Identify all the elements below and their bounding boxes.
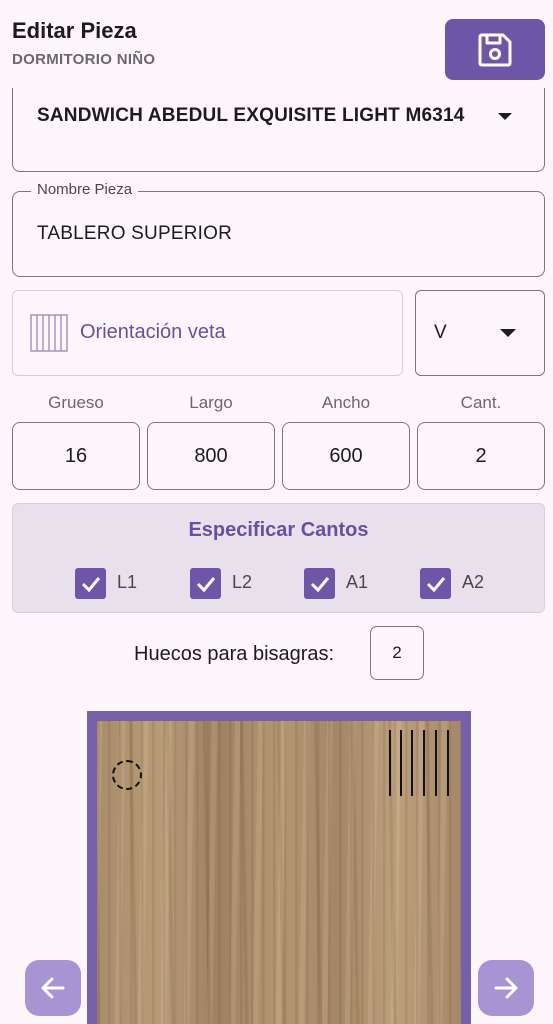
length-input[interactable]: 800 [147, 422, 275, 490]
thickness-label: Grueso [48, 393, 104, 412]
checkbox-l1[interactable] [75, 568, 106, 599]
length-label: Largo [189, 393, 233, 412]
page-title: Editar Pieza [12, 18, 137, 43]
save-button[interactable] [445, 19, 545, 80]
checkmark-icon [426, 576, 445, 592]
checkbox-l2-label: L2 [232, 572, 253, 592]
checkbox-a1-label: A1 [346, 572, 369, 592]
previous-button[interactable] [25, 960, 81, 1016]
hinge-holes-label: Huecos para bisagras: [134, 643, 335, 665]
grain-direction-value: V [434, 322, 447, 343]
quantity-label: Cant. [460, 393, 502, 412]
piece-name-label: Nombre Pieza [31, 181, 139, 198]
hinge-hole-marker [112, 760, 142, 790]
chevron-down-icon [500, 329, 516, 337]
grain-direction-mark [400, 730, 402, 796]
checkbox-a2[interactable] [420, 568, 451, 599]
grain-orientation-label: Orientación veta [80, 321, 226, 343]
grain-lines-icon [30, 314, 68, 352]
checkbox-a2-label: A2 [462, 572, 485, 592]
page-subtitle: DORMITORIO NIÑO [12, 51, 156, 68]
checkmark-icon [196, 576, 215, 592]
chevron-down-icon [498, 113, 512, 120]
material-value: SANDWICH ABEDUL EXQUISITE LIGHT M6314 [37, 105, 465, 126]
arrow-left-icon [41, 977, 65, 999]
floppy-disk-icon [478, 33, 512, 66]
quantity-input[interactable]: 2 [417, 422, 545, 490]
checkmark-icon [81, 576, 100, 592]
thickness-input[interactable]: 16 [12, 422, 140, 490]
width-label: Ancho [321, 393, 371, 412]
edges-title: Especificar Cantos [188, 519, 369, 541]
grain-direction-mark [423, 730, 425, 796]
piece-name-value: TABLERO SUPERIOR [37, 223, 232, 244]
arrow-right-icon [494, 977, 518, 999]
wood-texture [97, 721, 461, 1024]
checkbox-l2[interactable] [190, 568, 221, 599]
checkbox-a1[interactable] [304, 568, 335, 599]
checkmark-icon [310, 576, 329, 592]
next-button[interactable] [478, 960, 534, 1016]
grain-direction-mark [435, 730, 437, 796]
grain-direction-mark [411, 730, 413, 796]
grain-direction-mark [447, 730, 449, 796]
width-input[interactable]: 600 [282, 422, 410, 490]
hinge-holes-input[interactable]: 2 [370, 626, 424, 680]
grain-direction-mark [389, 730, 391, 796]
checkbox-l1-label: L1 [117, 572, 138, 592]
